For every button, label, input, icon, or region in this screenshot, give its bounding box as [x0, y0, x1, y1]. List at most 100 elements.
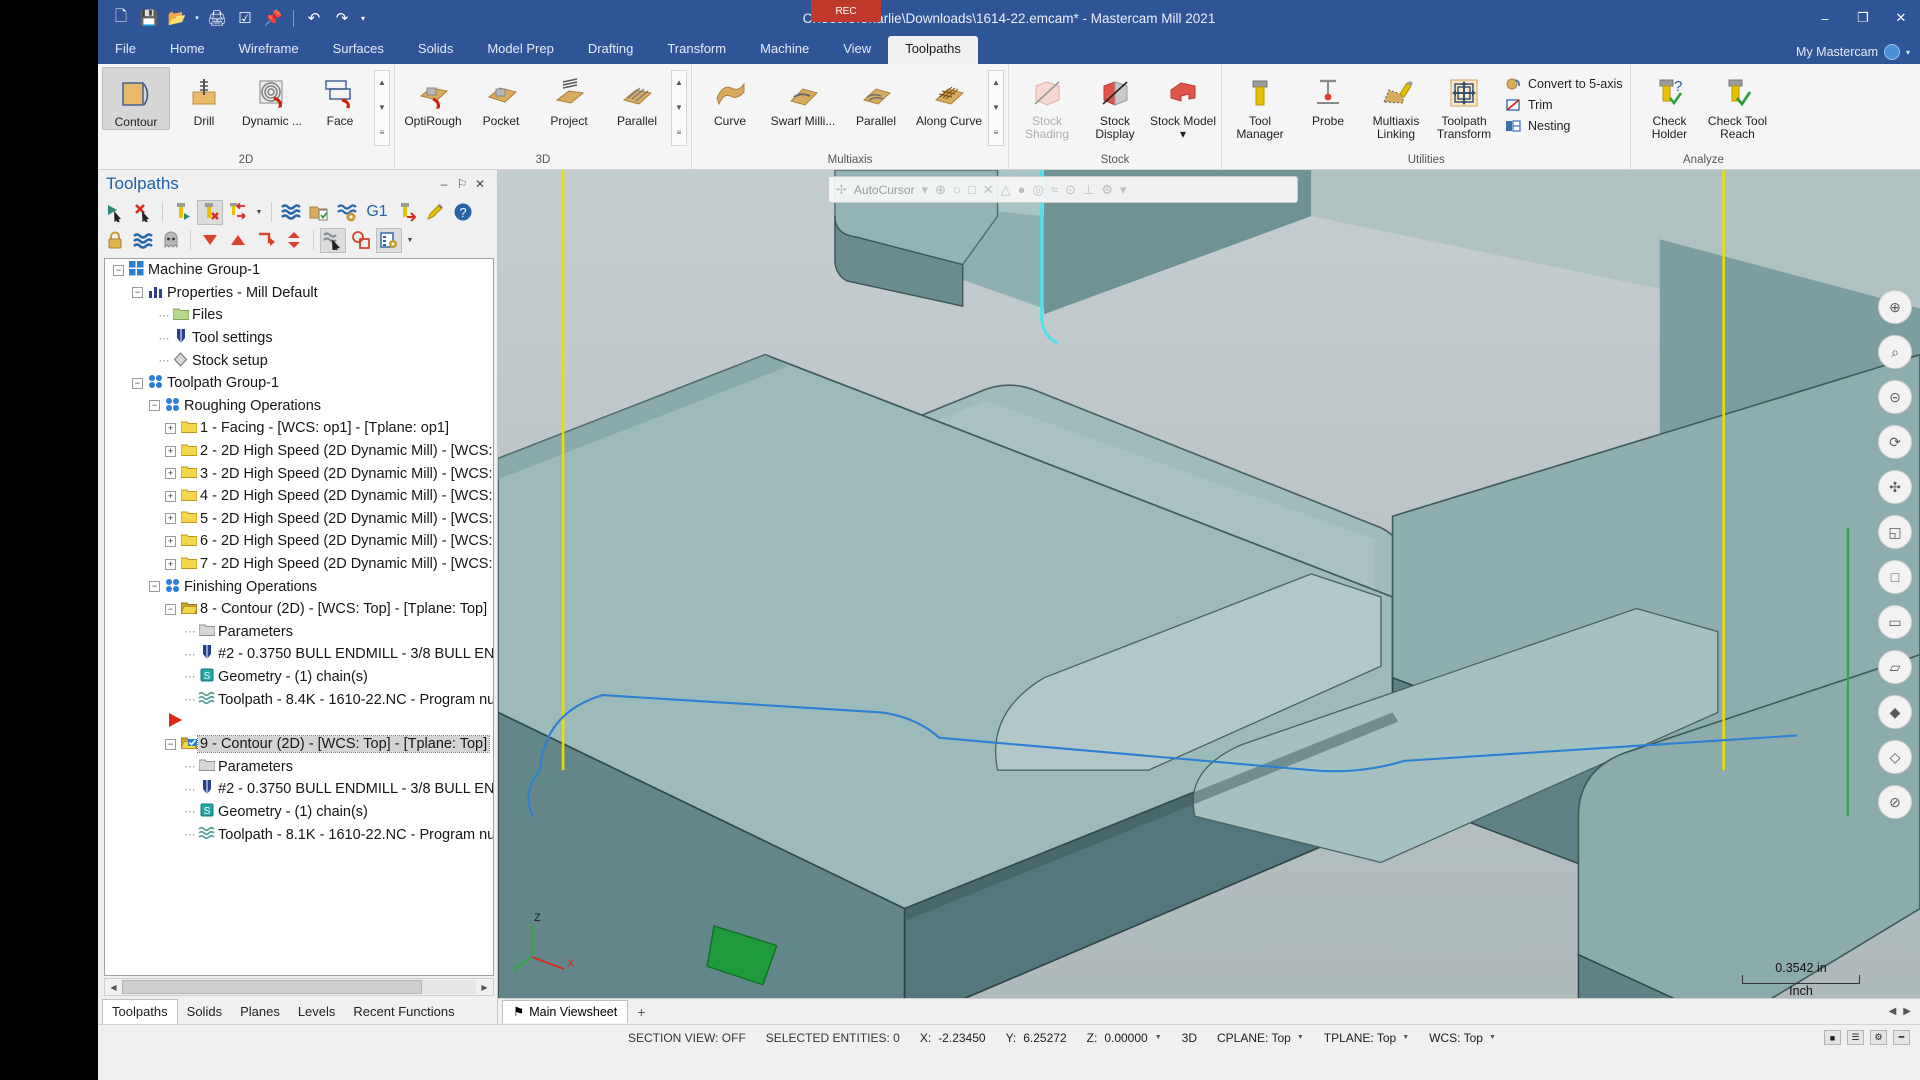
tree-item-tool-9[interactable]: ⋯ #2 - 0.3750 BULL ENDMILL - 3/8 BULL EN… [105, 778, 493, 801]
new-icon[interactable]: 🗋 [108, 5, 134, 31]
tree-item-properties[interactable]: − Properties - Mill Default [105, 282, 493, 305]
toggle-posting-icon[interactable] [130, 228, 156, 253]
snap-intersection-icon[interactable]: ✕ [983, 182, 994, 198]
ribbon-2d-scroller[interactable]: ▲ ▼ ≡ [374, 70, 390, 146]
scroll-track[interactable] [122, 980, 476, 994]
ribbon-button-check-tool-reach[interactable]: Check Tool Reach [1703, 67, 1771, 141]
expander-icon[interactable]: − [113, 264, 124, 276]
scroll-up-icon[interactable]: ▲ [378, 71, 386, 95]
tree-item-operation-7[interactable]: + 7 - 2D High Speed (2D Dynamic Mill) - … [105, 553, 493, 576]
expander-icon[interactable]: + [165, 445, 176, 457]
pan-icon[interactable]: ✣ [1878, 470, 1912, 504]
qat-more-icon[interactable]: ▾ [357, 5, 369, 31]
g1-post-icon[interactable]: G1 [362, 200, 392, 225]
status-z-coordinate[interactable]: Z: 0.00000 ▼ [1087, 1031, 1162, 1045]
ribbon-button-face[interactable]: Face [306, 67, 374, 128]
toggle-display-icon[interactable] [158, 228, 184, 253]
tab-home[interactable]: Home [153, 36, 222, 64]
tab-model-prep[interactable]: Model Prep [470, 36, 570, 64]
scroll-expand-icon[interactable]: ≡ [994, 121, 999, 145]
status-tplane[interactable]: TPLANE: Top ▼ [1324, 1031, 1409, 1045]
add-viewsheet-button[interactable]: + [628, 1004, 654, 1020]
tree-item-operation-8[interactable]: − 8 - Contour (2D) - [WCS: Top] - [Tplan… [105, 598, 493, 621]
unzoom-icon[interactable]: ⊝ [1878, 380, 1912, 414]
snap-tangent-icon[interactable]: ⊙ [1065, 182, 1076, 198]
wireframe-view-icon[interactable]: ◇ [1878, 740, 1912, 774]
ribbon-button-stock-shading[interactable]: Stock Shading [1013, 67, 1081, 141]
tree-item-parameters-9[interactable]: ⋯ Parameters [105, 755, 493, 778]
open-icon[interactable]: 📂 [164, 5, 190, 31]
tab-toolpaths[interactable]: Toolpaths [888, 36, 978, 64]
ribbon-button-probe[interactable]: Probe [1294, 67, 1362, 128]
tab-machine[interactable]: Machine [743, 36, 826, 64]
expander-icon[interactable]: + [165, 490, 176, 502]
snap-nearest-icon[interactable]: ≈ [1051, 182, 1058, 197]
tree-item-finishing-operations[interactable]: − Finishing Operations [105, 575, 493, 598]
print-preview-icon[interactable]: ☑ [232, 5, 258, 31]
tree-item-operation-5[interactable]: + 5 - 2D High Speed (2D Dynamic Mill) - … [105, 508, 493, 531]
ribbon-button-curve[interactable]: Curve [696, 67, 764, 128]
deselect-all-operations-icon[interactable] [130, 200, 156, 225]
post-selected-icon[interactable] [394, 200, 420, 225]
scroll-right-icon[interactable]: ▶ [476, 983, 493, 992]
panel-tab-solids[interactable]: Solids [178, 1000, 231, 1024]
expander-icon[interactable]: + [165, 513, 176, 525]
front-view-icon[interactable]: ▭ [1878, 605, 1912, 639]
open-dropdown-icon[interactable]: ▾ [192, 5, 202, 31]
help-icon[interactable]: ? [450, 200, 476, 225]
tab-view[interactable]: View [826, 36, 888, 64]
right-view-icon[interactable]: ▱ [1878, 650, 1912, 684]
tree-item-operation-1[interactable]: + 1 - Facing - [WCS: op1] - [Tplane: op1… [105, 417, 493, 440]
status-color-swatch-icon[interactable]: ■ [1824, 1030, 1841, 1045]
redo-icon[interactable]: ↷ [329, 5, 355, 31]
move-down-icon[interactable] [197, 228, 223, 253]
ribbon-button-pocket[interactable]: Pocket [467, 67, 535, 128]
scroll-up-icon[interactable]: ▲ [992, 71, 1000, 95]
snap-quadrant-icon[interactable]: ◎ [1033, 182, 1044, 198]
list-options-icon[interactable] [376, 227, 402, 253]
expander-icon[interactable]: + [165, 558, 176, 570]
scroll-expand-icon[interactable]: ≡ [380, 121, 385, 145]
autocursor-dropdown-icon[interactable]: ▾ [922, 182, 929, 198]
status-section-view[interactable]: SECTION VIEW: OFF [628, 1031, 746, 1045]
tree-item-roughing-operations[interactable]: − Roughing Operations [105, 395, 493, 418]
regenerate-dirty-icon[interactable] [225, 200, 251, 225]
print-icon[interactable]: 🖨 [204, 5, 230, 31]
only-selected-icon[interactable] [320, 227, 346, 253]
snap-arc-center-icon[interactable]: ○ [953, 182, 961, 197]
status-cplane[interactable]: CPLANE: Top ▼ [1217, 1031, 1304, 1045]
scroll-up-icon[interactable]: ▲ [675, 71, 683, 95]
backplot-icon[interactable] [278, 200, 304, 225]
scroll-down-icon[interactable]: ▼ [675, 96, 683, 120]
panel-tab-toolpaths[interactable]: Toolpaths [102, 999, 178, 1024]
tab-wireframe[interactable]: Wireframe [222, 36, 316, 64]
status-style-icon[interactable]: ━ [1893, 1030, 1910, 1045]
ribbon-button-stock-model[interactable]: Stock Model ▾ [1149, 67, 1217, 141]
ribbon-button-parallel-3d[interactable]: Parallel [603, 67, 671, 128]
scroll-expand-icon[interactable]: ≡ [677, 121, 682, 145]
tree-item-operation-4[interactable]: + 4 - 2D High Speed (2D Dynamic Mill) - … [105, 485, 493, 508]
tab-drafting[interactable]: Drafting [571, 36, 651, 64]
status-attributes-icon[interactable]: ⚙ [1870, 1030, 1887, 1045]
section-view-icon[interactable]: ⊘ [1878, 785, 1912, 819]
panel-pin-button[interactable]: ⚐ [453, 177, 471, 191]
tree-item-geometry-8[interactable]: ⋯ S Geometry - (1) chain(s) [105, 666, 493, 689]
maximize-button[interactable]: ❐ [1844, 0, 1882, 36]
ribbon-button-toolpath-transform[interactable]: Toolpath Transform [1430, 67, 1498, 141]
tab-surfaces[interactable]: Surfaces [316, 36, 401, 64]
expander-icon[interactable]: − [132, 287, 143, 299]
snap-more-icon[interactable]: ▾ [1120, 182, 1127, 198]
snap-endpoint-icon[interactable]: □ [968, 182, 976, 197]
viewsheet-prev-icon[interactable]: ◀ [1889, 1006, 1897, 1017]
status-wcs-dropdown-icon[interactable]: ▼ [1489, 1034, 1496, 1041]
status-mode-3d[interactable]: 3D [1182, 1031, 1197, 1045]
ribbon-button-trim[interactable]: Trim [1504, 96, 1622, 114]
ribbon-button-check-holder[interactable]: ? Check Holder [1635, 67, 1703, 141]
simulator-icon[interactable] [334, 200, 360, 225]
graphics-viewport[interactable]: ✢ AutoCursor ▾ ⊕ ○ □ ✕ △ ● ◎ ≈ ⊙ ⊥ ⚙ ▾ ⊕… [498, 170, 1920, 1024]
ribbon-button-stock-display[interactable]: Stock Display [1081, 67, 1149, 141]
highfeed-icon[interactable] [422, 200, 448, 225]
autocursor-toolbar[interactable]: ✢ AutoCursor ▾ ⊕ ○ □ ✕ △ ● ◎ ≈ ⊙ ⊥ ⚙ ▾ [828, 176, 1298, 203]
top-view-icon[interactable]: □ [1878, 560, 1912, 594]
toggle-lock-icon[interactable] [102, 228, 128, 253]
